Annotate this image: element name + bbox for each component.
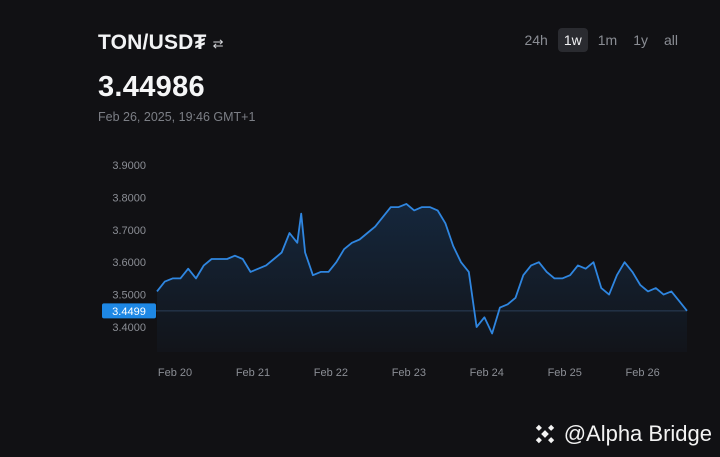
y-tick-label: 3.4000	[112, 322, 146, 334]
y-tick-label: 3.5000	[112, 290, 146, 302]
x-tick-label: Feb 24	[470, 367, 504, 379]
price-chart[interactable]: 3.9000 3.8000 3.7000 3.6000 3.5000 3.4000 Feb…	[0, 0, 720, 457]
y-tick-label: 3.6000	[112, 257, 146, 269]
x-tick-label: Feb 25	[548, 367, 582, 379]
watermark-text: @Alpha Bridge	[563, 421, 712, 446]
watermark: @Alpha Bridge	[532, 421, 712, 447]
x-tick-label: Feb 20	[158, 367, 192, 379]
y-tick-label: 3.9000	[112, 160, 146, 172]
current-price-badge: 3.4499	[102, 303, 156, 319]
x-tick-label: Feb 23	[392, 367, 426, 379]
binance-logo-icon	[535, 424, 554, 444]
current-price-badge-label: 3.4499	[112, 306, 146, 318]
x-tick-label: Feb 21	[236, 367, 270, 379]
x-tick-label: Feb 26	[626, 367, 660, 379]
x-tick-label: Feb 22	[314, 367, 348, 379]
y-tick-label: 3.8000	[112, 192, 146, 204]
y-tick-label: 3.7000	[112, 225, 146, 237]
price-area-fill	[157, 203, 687, 352]
